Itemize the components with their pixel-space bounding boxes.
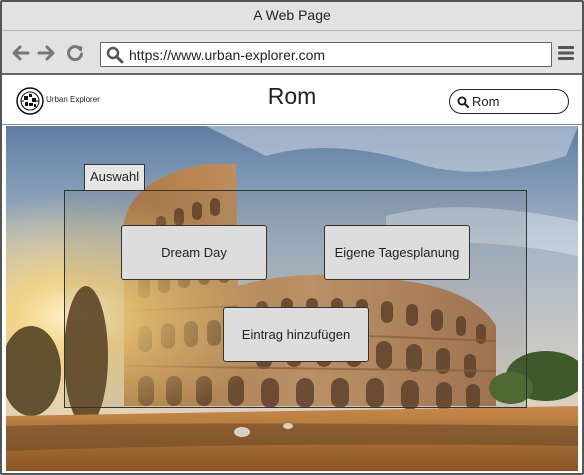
browser-menu-button[interactable] (557, 44, 575, 62)
window-titlebar: A Web Page (2, 2, 582, 31)
browser-window: A Web Page https://www.urban-explorer.co… (0, 0, 584, 475)
reload-button[interactable] (65, 43, 85, 63)
own-day-plan-button[interactable]: Eigene Tagesplanung (324, 225, 470, 280)
arrow-right-icon (37, 45, 55, 61)
tab-auswahl[interactable]: Auswahl (84, 164, 145, 190)
dream-day-button[interactable]: Dream Day (121, 225, 267, 280)
site-search-input[interactable]: Rom (449, 89, 569, 114)
add-entry-button[interactable]: Eintrag hinzufügen (223, 307, 369, 362)
site-header: Urban Explorer Rom Rom (2, 75, 582, 125)
url-text: https://www.urban-explorer.com (129, 47, 326, 63)
browser-toolbar: https://www.urban-explorer.com (2, 31, 582, 75)
address-bar[interactable]: https://www.urban-explorer.com (100, 42, 552, 67)
arrow-left-icon (12, 45, 30, 61)
search-icon (457, 96, 469, 108)
forward-button[interactable] (36, 43, 56, 63)
hamburger-menu-icon (558, 46, 574, 60)
reload-icon (67, 45, 83, 62)
window-title: A Web Page (253, 7, 331, 23)
selection-panel (64, 190, 527, 408)
search-icon (106, 46, 124, 64)
search-value: Rom (472, 94, 500, 109)
back-button[interactable] (11, 43, 31, 63)
